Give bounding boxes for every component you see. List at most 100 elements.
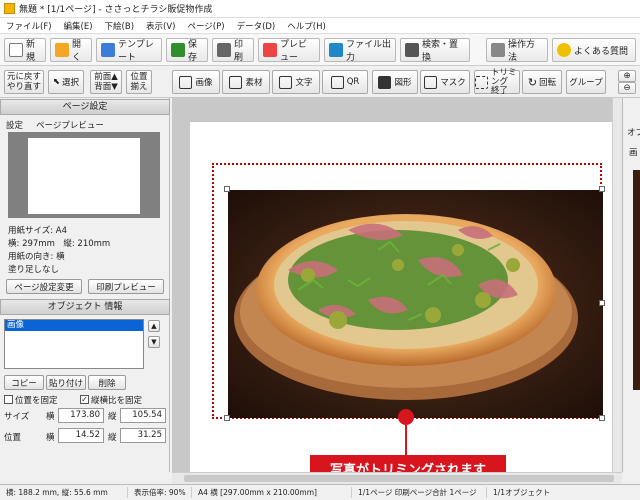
position-x-field[interactable]: 14.52 [58, 428, 104, 443]
template-icon [101, 43, 115, 57]
main-toolbar: 新規 開く テンプレート 保存 印刷 プレビュー ファイル出力 検索・置換 操作… [0, 34, 640, 66]
horizontal-scrollbar[interactable] [172, 472, 622, 484]
align-button[interactable]: 位置 揃え [126, 70, 152, 94]
menu-view[interactable]: 表示(V) [140, 20, 181, 32]
scroll-thumb[interactable] [184, 475, 614, 482]
preview-icon [263, 43, 277, 57]
text-button[interactable]: 文字 [272, 70, 320, 94]
rotate-button[interactable]: ↻ 回転 [522, 70, 562, 94]
fix-position-label: 位置を固定 [15, 396, 58, 406]
object-list-item[interactable]: 画像 [5, 320, 143, 331]
paper-orientation: 用紙の向き: 横 [8, 252, 65, 262]
bring-front-button[interactable]: 前面▲ [94, 72, 118, 82]
faq-button[interactable]: よくある質問 [552, 38, 636, 62]
cursor-icon: ⬉ [52, 77, 61, 87]
send-back-button[interactable]: 背面▼ [94, 82, 118, 92]
preview-button[interactable]: プレビュー [258, 38, 320, 63]
hand-pointer-icon [491, 43, 505, 57]
menu-page[interactable]: ページ(P) [181, 20, 230, 32]
position-y-label: 縦 [108, 433, 117, 443]
triangle-down-icon: ▼ [151, 338, 157, 346]
material-icon [229, 75, 243, 89]
zoom-out-button[interactable]: ⊖ [618, 82, 636, 94]
status-bar: 横: 188.2 mm, 縦: 55.6 mm 表示倍率: 90% A4 横 [… [0, 484, 640, 500]
search-replace-button[interactable]: 検索・置換 [400, 38, 470, 63]
title-bar: 無題 * [1/1ページ] - ささっとチラシ販促物作成 [0, 0, 640, 18]
undo-button[interactable]: 元に戻す [7, 72, 41, 82]
right-panel-label: オブ [627, 128, 640, 138]
status-coords: 横: 188.2 mm, 縦: 55.6 mm [0, 487, 128, 498]
position-x-label: 横 [46, 433, 55, 443]
menu-file[interactable]: ファイル(F) [0, 20, 58, 32]
vertical-scrollbar[interactable] [612, 98, 622, 472]
fix-ratio-label: 縦横比を固定 [91, 396, 143, 406]
fix-position-checkbox[interactable] [4, 395, 13, 404]
selection-handle[interactable] [599, 415, 605, 421]
checkmark-icon: ✓ [81, 395, 88, 404]
position-y-field[interactable]: 31.25 [120, 428, 166, 443]
tab-page-preview[interactable]: ページプレビュー [36, 119, 104, 131]
material-button[interactable]: 素材 [222, 70, 270, 94]
status-objects: 1/1オブジェクト [493, 488, 551, 497]
zoom-out-icon: ⊖ [623, 83, 631, 93]
open-button[interactable]: 開く [50, 38, 92, 63]
menu-data[interactable]: データ(D) [231, 20, 282, 32]
window-title: 無題 * [1/1ページ] - ささっとチラシ販促物作成 [19, 5, 213, 15]
status-zoom: 表示倍率: 90% [128, 487, 192, 498]
group-button[interactable]: グループ [566, 70, 606, 94]
selection-handle[interactable] [224, 186, 230, 192]
selection-handle[interactable] [599, 300, 605, 306]
size-width-field[interactable]: 173.80 [58, 408, 104, 423]
howto-button[interactable]: 操作方法 [486, 38, 548, 63]
export-button[interactable]: ファイル出力 [324, 38, 396, 63]
move-down-button[interactable]: ▼ [148, 336, 160, 348]
object-list[interactable]: 画像 [4, 319, 144, 369]
callout-dot [398, 409, 414, 425]
trim-end-button[interactable]: トリミング 終了 [474, 68, 520, 95]
copy-button[interactable]: コピー [4, 375, 44, 390]
delete-button[interactable]: 削除 [88, 375, 126, 390]
redo-button[interactable]: やり直す [7, 82, 41, 92]
open-folder-icon [55, 43, 69, 57]
left-panel: ページ設定 設定 ページプレビュー 用紙サイズ: A4 横: 297mm 縦: … [0, 98, 170, 472]
print-preview-button[interactable]: 印刷プレビュー [88, 279, 164, 294]
save-button[interactable]: 保存 [166, 38, 208, 63]
pizza-photo[interactable] [228, 190, 603, 418]
zoom-in-icon: ⊕ [623, 71, 631, 81]
size-height-label: 縦 [108, 412, 117, 422]
qr-button[interactable]: QR [322, 70, 368, 94]
template-button[interactable]: テンプレート [96, 38, 162, 63]
shape-button[interactable]: 図形 [372, 70, 418, 94]
object-info-header: オブジェクト 情報 [0, 299, 170, 315]
menu-sketch[interactable]: 下絵(B) [99, 20, 140, 32]
save-icon [171, 43, 185, 57]
printer-icon [217, 43, 231, 57]
order-group: 前面▲ 背面▼ [90, 70, 122, 94]
menu-edit[interactable]: 編集(E) [58, 20, 99, 32]
mask-button[interactable]: マスク [420, 70, 470, 94]
new-document-icon [9, 43, 23, 57]
menu-help[interactable]: ヘルプ(H) [281, 20, 332, 32]
size-height-field[interactable]: 105.54 [120, 408, 166, 423]
select-button[interactable]: ⬉ 選択 [48, 70, 84, 94]
shape-icon [378, 75, 392, 89]
new-button[interactable]: 新規 [4, 38, 46, 63]
undo-redo-group: 元に戻す やり直す [4, 70, 44, 94]
text-icon [279, 75, 293, 89]
selection-handle[interactable] [224, 415, 230, 421]
search-icon [405, 43, 419, 57]
app-icon [4, 3, 15, 14]
zoom-in-button[interactable]: ⊕ [618, 70, 636, 82]
print-button[interactable]: 印刷 [212, 38, 254, 63]
right-panel-tab[interactable]: 画 [629, 146, 638, 158]
fix-ratio-checkbox[interactable]: ✓ [80, 395, 89, 404]
paste-button[interactable]: 貼り付け [46, 375, 86, 390]
image-button[interactable]: 画像 [172, 70, 220, 94]
move-up-button[interactable]: ▲ [148, 320, 160, 332]
selection-handle[interactable] [599, 186, 605, 192]
tab-settings[interactable]: 設定 [6, 119, 23, 131]
page-settings-change-button[interactable]: ページ設定変更 [6, 279, 82, 294]
paper-dimensions: 横: 297mm 縦: 210mm [8, 239, 111, 249]
triangle-up-icon: ▲ [151, 322, 157, 330]
menu-bar: ファイル(F) 編集(E) 下絵(B) 表示(V) ページ(P) データ(D) … [0, 18, 640, 34]
